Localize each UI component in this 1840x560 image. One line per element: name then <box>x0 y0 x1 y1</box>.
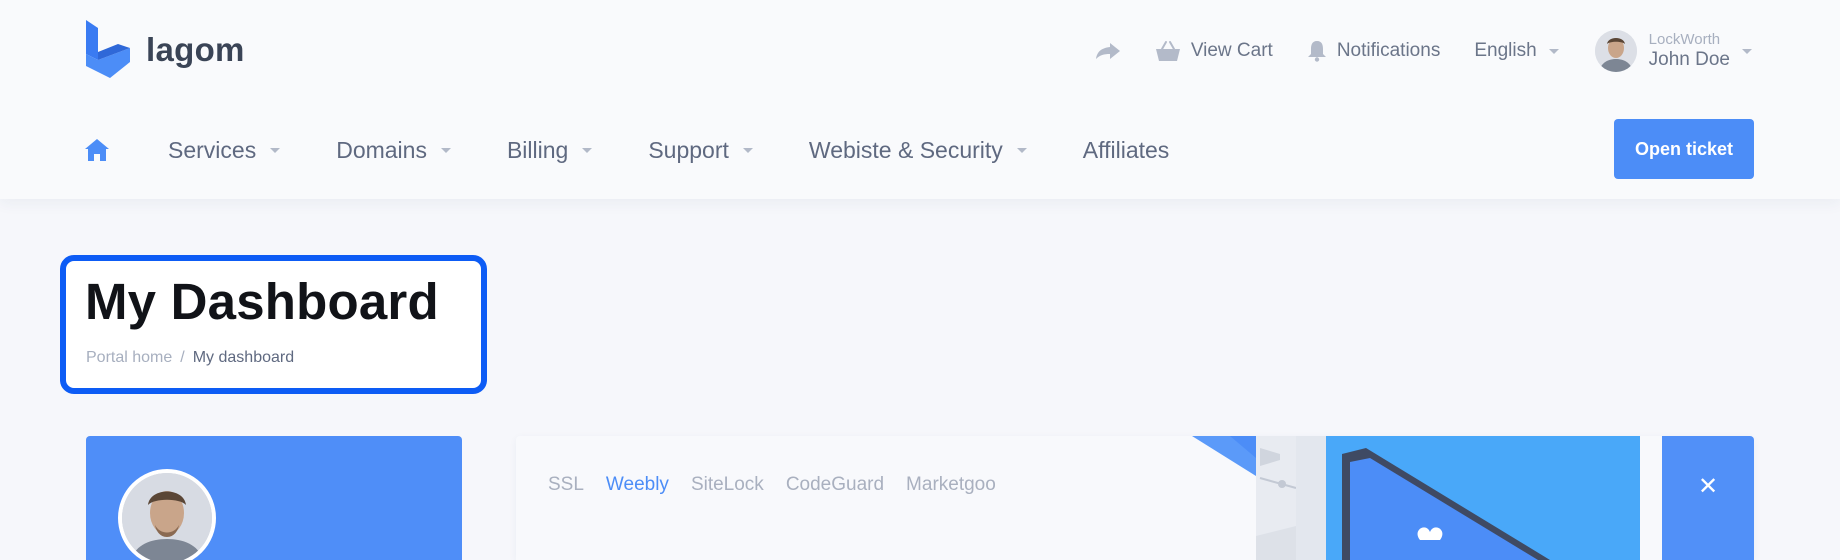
promo-tab-codeguard[interactable]: CodeGuard <box>786 474 884 496</box>
brand-name: lagom <box>146 30 245 68</box>
language-label: English <box>1474 40 1537 61</box>
promo-tab-marketgoo[interactable]: Marketgoo <box>906 474 996 496</box>
site-header: lagom View Cart Notifications English Lo… <box>0 0 1840 199</box>
chevron-down-icon <box>440 147 451 153</box>
promo-tabs: SSL Weebly SiteLock CodeGuard Marketgoo <box>548 474 1018 496</box>
promo-tab-sitelock[interactable]: SiteLock <box>691 474 764 496</box>
breadcrumb-separator: / <box>180 349 185 366</box>
bell-icon <box>1307 41 1326 62</box>
notifications-label: Notifications <box>1336 40 1441 61</box>
user-photo-icon <box>122 473 212 560</box>
page-title: My Dashboard <box>85 273 439 330</box>
user-company: LockWorth <box>1648 31 1721 49</box>
basket-icon <box>1155 41 1180 61</box>
breadcrumb: Portal home / My dashboard <box>86 349 294 367</box>
nav-item-services[interactable]: Services <box>168 136 281 164</box>
language-dropdown[interactable]: English <box>1474 40 1559 62</box>
share-arrow-icon <box>1095 43 1120 59</box>
notifications-link[interactable]: Notifications <box>1307 40 1441 62</box>
user-photo-icon <box>1594 30 1637 72</box>
user-info: LockWorth John Doe <box>1649 31 1730 70</box>
promo-illustration <box>1150 436 1640 560</box>
promo-tab-ssl[interactable]: SSL <box>548 474 584 496</box>
logo[interactable]: lagom <box>84 18 245 80</box>
avatar <box>1594 30 1637 72</box>
chevron-down-icon <box>1742 48 1752 54</box>
top-bar: View Cart Notifications English LockWort… <box>1095 26 1752 76</box>
chevron-down-icon <box>1548 48 1559 54</box>
breadcrumb-current: My dashboard <box>192 349 295 366</box>
chevron-down-icon <box>742 147 753 153</box>
nav-item-affiliates[interactable]: Affiliates <box>1083 137 1170 164</box>
view-cart-label: View Cart <box>1190 40 1273 61</box>
nav-item-label: Affiliates <box>1082 136 1170 163</box>
avatar <box>118 469 216 560</box>
nav-item-label: Support <box>648 136 729 163</box>
nav-item-label: Services <box>168 136 257 163</box>
nav-item-website-security[interactable]: Webiste & Security <box>809 137 1027 164</box>
nav-item-billing[interactable]: Billing <box>506 136 593 164</box>
nav-item-label: Billing <box>506 136 569 163</box>
user-menu[interactable]: LockWorth John Doe <box>1594 30 1752 72</box>
close-button[interactable]: ✕ <box>1662 436 1754 560</box>
close-icon: ✕ <box>1697 473 1719 500</box>
chevron-down-icon <box>582 147 593 153</box>
profile-card <box>86 436 462 560</box>
open-ticket-button[interactable]: Open ticket <box>1614 119 1754 179</box>
user-name: John Doe <box>1648 48 1730 70</box>
share-button[interactable] <box>1095 41 1121 61</box>
breadcrumb-home-link[interactable]: Portal home <box>86 349 172 367</box>
nav-item-label: Webiste & Security <box>808 136 1003 163</box>
nav-item-label: Domains <box>336 136 427 163</box>
main-nav: Services Domains Billing Support Webiste… <box>84 118 1169 182</box>
nav-item-support[interactable]: Support <box>648 137 753 164</box>
nav-item-domains[interactable]: Domains <box>336 137 451 164</box>
home-icon[interactable] <box>84 137 110 163</box>
view-cart-link[interactable]: View Cart <box>1155 40 1273 62</box>
lagom-logo-icon <box>86 20 130 78</box>
promo-tab-weebly[interactable]: Weebly <box>606 474 669 496</box>
promo-card: SSL Weebly SiteLock CodeGuard Marketgoo … <box>516 436 1754 560</box>
chevron-down-icon <box>270 147 281 153</box>
chevron-down-icon <box>1016 147 1027 153</box>
